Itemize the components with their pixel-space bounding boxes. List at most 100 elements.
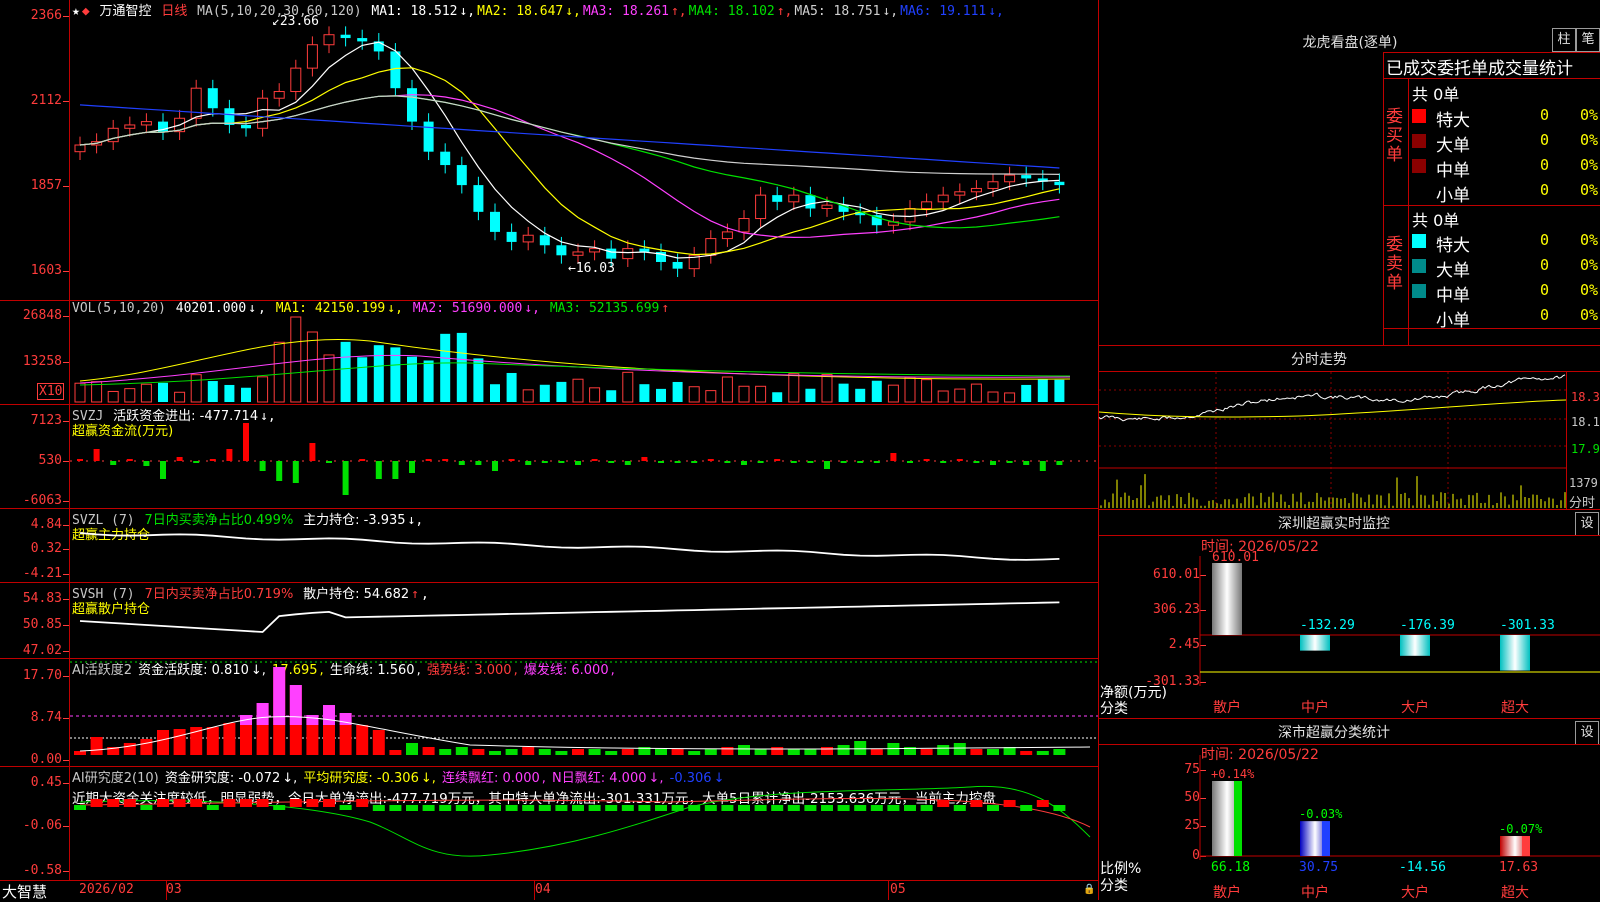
research-bar <box>157 799 169 807</box>
flow-bar <box>126 459 133 461</box>
fund-flow-chart[interactable] <box>70 405 1098 508</box>
bar-view-button[interactable]: 柱 <box>1552 28 1576 52</box>
vol-bar-up <box>589 387 601 403</box>
activity-bar <box>406 743 418 755</box>
divider <box>1383 78 1600 79</box>
candle-up <box>190 87 202 119</box>
flow-bar <box>890 453 897 461</box>
flow-bar <box>425 459 432 461</box>
axis-label: 13258 <box>22 354 62 369</box>
lock-icon[interactable]: 🔒 <box>1083 884 1095 895</box>
flow-bar <box>1056 461 1063 465</box>
category-name: 特大 <box>1436 236 1470 256</box>
monitor-bar-chart[interactable]: 610.01 散户 -132.29 中户 -176.39 大户 -301.33 超大 <box>1099 536 1600 718</box>
activity-bar <box>206 727 219 755</box>
axis-label: -0.06 <box>22 818 62 833</box>
activity-bar <box>223 723 236 755</box>
activity-bar <box>538 749 551 755</box>
flow-bar <box>458 461 465 465</box>
flow-bar <box>674 461 681 463</box>
candle-down <box>606 248 617 259</box>
axis-label: 8.74 <box>30 710 62 725</box>
vol-bar-up <box>306 331 318 403</box>
research-bar <box>306 799 319 807</box>
buy-side-label: 委买单 <box>1386 107 1403 165</box>
activity-bar <box>937 745 950 755</box>
flow-bar <box>658 461 664 463</box>
intraday-chart[interactable] <box>1098 372 1567 509</box>
axis-tick <box>63 871 69 872</box>
activity-bar <box>472 749 485 755</box>
vol-unit-badge[interactable]: X10 <box>37 383 65 400</box>
flow-bar <box>591 459 598 461</box>
vol-bar-down <box>224 384 235 402</box>
axis-tick <box>63 501 69 502</box>
candle-down <box>423 121 434 152</box>
activity-bar <box>804 749 817 755</box>
flow-bar <box>375 461 382 479</box>
axis-label: -4.21 <box>22 566 62 581</box>
candle-up <box>970 187 982 193</box>
research-bar <box>821 805 833 811</box>
main-holding-line <box>79 532 1060 561</box>
category-name: 特大 <box>1436 111 1470 131</box>
flow-bar <box>176 457 183 461</box>
ai-activity-chart[interactable] <box>70 659 1098 766</box>
x-label: 04 <box>535 882 551 897</box>
monitor-bar <box>1500 635 1530 671</box>
axis-tick <box>63 599 69 600</box>
sell-side-label: 委卖单 <box>1386 235 1403 293</box>
candle-down <box>1054 181 1065 186</box>
vol-bar-down <box>423 360 434 402</box>
category-name: 中单 <box>1436 161 1470 181</box>
flow-bar <box>857 461 864 463</box>
activity-bar <box>1020 751 1033 755</box>
vol-bar-up <box>904 376 916 403</box>
research-bar <box>738 805 750 811</box>
candle-down <box>805 195 816 209</box>
axis-label: 1857 <box>30 178 62 193</box>
main-holding-chart[interactable] <box>70 509 1098 582</box>
research-bar <box>123 799 136 807</box>
research-bar <box>887 805 900 811</box>
category-color-swatch <box>1412 234 1426 248</box>
classify-bar-chart[interactable]: +0.14% 66.18 散户 -0.03% 30.75 中户 -14.56 大户 -0.07%… <box>1099 745 1600 901</box>
axis-tick <box>63 461 69 462</box>
classify-settings-button[interactable]: 设 <box>1575 721 1599 745</box>
research-bar <box>439 805 452 811</box>
candle-down <box>456 165 467 186</box>
research-bar <box>555 805 568 811</box>
research-bar <box>74 805 86 810</box>
category-count: 0 <box>1540 281 1550 299</box>
monitor-settings-button[interactable]: 设 <box>1575 512 1599 536</box>
candlestick-chart[interactable] <box>70 0 1098 300</box>
classify-bar-edge <box>1234 780 1242 856</box>
candle-up <box>721 231 733 240</box>
monitor-bar <box>1300 635 1330 651</box>
axis-tick <box>63 718 69 719</box>
category-count: 0 <box>1540 106 1550 124</box>
research-bar <box>638 805 651 811</box>
research-bar <box>389 805 402 811</box>
vol-bar-down <box>373 345 384 402</box>
divider <box>1099 509 1600 510</box>
ai-research-chart[interactable] <box>70 767 1098 880</box>
volume-chart[interactable] <box>70 301 1098 404</box>
activity-bar <box>821 747 833 755</box>
vol-bar-down <box>855 388 866 402</box>
candle-up <box>738 218 750 233</box>
retail-holding-line <box>79 601 1060 633</box>
flow-bar <box>209 459 216 461</box>
research-bar <box>273 805 286 810</box>
vol-bar-up <box>721 376 733 403</box>
axis-label: 7123 <box>30 413 62 428</box>
vol-bar-up <box>140 383 152 403</box>
research-bar <box>721 805 734 811</box>
tick-view-button[interactable]: 笔 <box>1576 28 1600 52</box>
vol-bar-down <box>207 381 218 402</box>
axis-label: 4.84 <box>30 517 62 532</box>
research-bar <box>356 799 369 807</box>
retail-holding-chart[interactable] <box>70 583 1098 658</box>
research-bar <box>372 805 385 811</box>
vol-bar-down <box>656 388 666 402</box>
